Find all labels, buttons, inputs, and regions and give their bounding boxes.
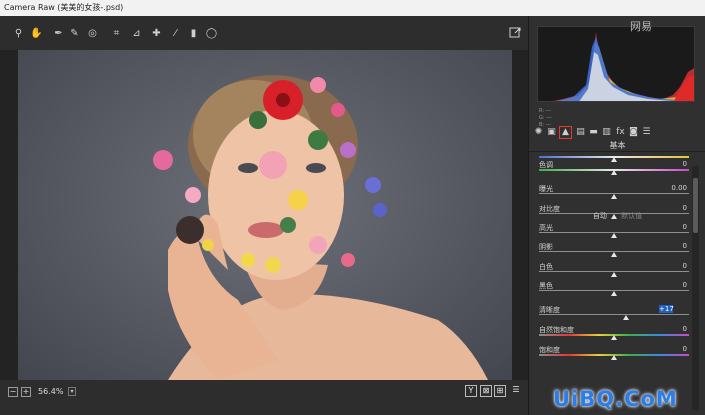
adjustments-panel: R: --- G: --- B: --- ✺ ▣ ▲ ▤ ▬ ▥ fx ◙ ☰ 基本 色调 0 曝光… bbox=[528, 16, 705, 415]
portrait-image bbox=[153, 75, 488, 380]
auto-default-row: 自动 默认值 bbox=[529, 211, 705, 221]
radial-filter-icon[interactable]: ◯ bbox=[205, 27, 218, 40]
tab-hsl[interactable]: ▤ bbox=[575, 127, 586, 138]
auto-button[interactable]: 自动 bbox=[593, 212, 607, 220]
histogram bbox=[537, 26, 695, 102]
slider-thumb-2[interactable] bbox=[611, 194, 617, 199]
magnifier-icon[interactable]: ⚲ bbox=[12, 27, 25, 40]
slider-value-6[interactable]: 0 bbox=[651, 262, 687, 270]
graduated-filter-icon[interactable]: ▮ bbox=[187, 27, 200, 40]
scroll-thumb[interactable] bbox=[693, 178, 698, 233]
tab-split-toning[interactable]: ▬ bbox=[588, 127, 599, 138]
menu-icon[interactable]: ☰ bbox=[510, 385, 522, 397]
default-button[interactable]: 默认值 bbox=[621, 212, 642, 220]
tab-presets[interactable]: ☰ bbox=[641, 127, 652, 138]
readout-r: R: --- bbox=[539, 108, 552, 114]
slider-thumb-7[interactable] bbox=[611, 291, 617, 296]
slider-value-7[interactable]: 0 bbox=[651, 281, 687, 289]
tab-detail[interactable]: ▲ bbox=[559, 126, 572, 139]
slider-value-2[interactable]: 0.00 bbox=[651, 184, 687, 192]
status-bar: − + 56.4% ▾ Y ⊠ ⊞ ☰ bbox=[0, 380, 528, 415]
watermark-top: 网易 bbox=[630, 20, 652, 33]
eyedropper-icon[interactable]: ✒ bbox=[52, 27, 65, 40]
section-divider bbox=[529, 151, 705, 152]
straighten-icon[interactable]: ⊿ bbox=[130, 27, 143, 40]
slider-value-5[interactable]: 0 bbox=[651, 242, 687, 250]
slider-value-4[interactable]: 0 bbox=[651, 223, 687, 231]
zoom-in-button[interactable]: + bbox=[21, 387, 31, 397]
slider-value-9[interactable]: 0 bbox=[651, 325, 687, 333]
tab-effects[interactable]: fx bbox=[615, 127, 626, 138]
histogram-graph bbox=[553, 32, 694, 101]
swap-settings-button[interactable]: ⊞ bbox=[494, 385, 506, 397]
section-title: 基本 bbox=[609, 141, 626, 150]
chevron-down-icon[interactable]: ▾ bbox=[68, 387, 76, 396]
tab-lens[interactable]: ▥ bbox=[601, 127, 612, 138]
watermark-bottom: UiBQ.CoM bbox=[553, 387, 678, 411]
tab-camera-calibration[interactable]: ◙ bbox=[628, 127, 639, 138]
color-sampler-icon[interactable]: ✎ bbox=[68, 27, 81, 40]
panel-tabs: ✺ ▣ ▲ ▤ ▬ ▥ fx ◙ ☰ bbox=[529, 126, 705, 139]
toolbar: ⚲ ✋ ✒ ✎ ◎ ⌗ ⊿ ✚ ⁄ ▮ ◯ bbox=[0, 16, 528, 50]
slider-value-1[interactable]: 0 bbox=[651, 160, 687, 168]
fullscreen-icon[interactable] bbox=[508, 27, 521, 40]
slider-track-8[interactable] bbox=[539, 314, 689, 315]
readout-g: G: --- bbox=[539, 115, 552, 121]
before-after-button[interactable]: ⊠ bbox=[480, 385, 492, 397]
target-icon[interactable]: ◎ bbox=[86, 27, 99, 40]
rgb-readout: R: --- G: --- B: --- bbox=[539, 108, 552, 129]
zoom-level[interactable]: 56.4% bbox=[38, 387, 63, 396]
slider-value-10[interactable]: 0 bbox=[651, 345, 687, 353]
slider-thumb-0[interactable] bbox=[611, 157, 617, 162]
spot-removal-icon[interactable]: ✚ bbox=[150, 27, 163, 40]
slider-thumb-5[interactable] bbox=[611, 252, 617, 257]
slider-thumb-9[interactable] bbox=[611, 335, 617, 340]
hand-icon[interactable]: ✋ bbox=[30, 27, 43, 40]
slider-thumb-8[interactable] bbox=[623, 315, 629, 320]
preview-canvas[interactable] bbox=[0, 50, 528, 380]
tab-tone-curve[interactable]: ▣ bbox=[546, 127, 557, 138]
crop-icon[interactable]: ⌗ bbox=[110, 27, 123, 40]
tab-basic[interactable]: ✺ bbox=[533, 127, 544, 138]
panel-scrollbar[interactable] bbox=[692, 166, 699, 410]
slider-thumb-4[interactable] bbox=[611, 233, 617, 238]
slider-thumb-1[interactable] bbox=[611, 170, 617, 175]
photo-preview[interactable] bbox=[18, 50, 512, 380]
slider-value-8[interactable]: +17 bbox=[659, 305, 674, 313]
view-toggle-y-button[interactable]: Y bbox=[465, 385, 477, 397]
zoom-out-button[interactable]: − bbox=[8, 387, 18, 397]
slider-thumb-6[interactable] bbox=[611, 272, 617, 277]
slider-thumb-10[interactable] bbox=[611, 355, 617, 360]
brush-icon[interactable]: ⁄ bbox=[169, 27, 182, 40]
window-title: Camera Raw (美美的女孩-.psd) bbox=[0, 0, 705, 16]
